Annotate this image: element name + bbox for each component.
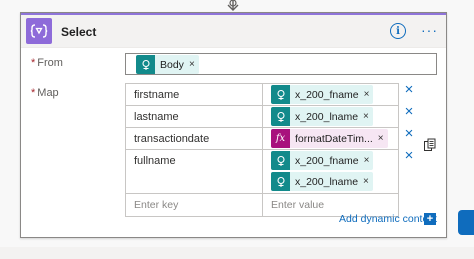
token-label: x_200_fname [295,154,359,167]
remove-row-button[interactable]: × [402,104,416,119]
map-row-fullname: fullname x_200_fname × x_200_lname × [126,150,398,194]
required-marker: * [31,87,36,99]
remove-row-button[interactable]: × [402,148,416,163]
info-icon: i [396,25,400,37]
map-label-text: Map [37,87,59,99]
lname-token[interactable]: x_200_lname × [271,107,373,126]
remove-token-button[interactable]: × [189,59,195,70]
body-token[interactable]: Body × [136,55,199,74]
remove-token-button[interactable]: × [363,176,369,187]
dynamic-content-icon [271,107,290,126]
fname-token[interactable]: x_200_fname × [271,151,374,170]
dynamic-content-icon [136,55,155,74]
remove-row-button[interactable]: × [402,82,416,97]
from-label-text: From [37,57,63,69]
info-button[interactable]: i [390,23,406,39]
remove-token-button[interactable]: × [364,89,370,100]
fname-token[interactable]: x_200_fname × [271,85,374,104]
token-label: x_200_lname [295,175,359,188]
canvas-bottom [0,247,474,259]
map-key-input[interactable]: fullname [126,150,263,193]
remove-token-button[interactable]: × [364,155,370,166]
map-key-input[interactable]: lastname [126,106,263,127]
expression-icon: fx [271,129,290,148]
more-options-button[interactable]: ··· [421,23,438,37]
remove-token-button[interactable]: × [363,111,369,122]
new-key-input[interactable]: Enter key [126,194,263,216]
side-panel-tab[interactable] [458,210,474,235]
map-value-input[interactable]: x_200_lname × [263,106,398,127]
token-label: x_200_lname [295,110,359,123]
lname-token[interactable]: x_200_lname × [271,172,373,191]
map-label: * Map [31,87,59,99]
token-label: formatDateTim... [295,132,373,145]
map-row-lastname: lastname x_200_lname × [126,106,398,128]
map-value-input[interactable]: fx formatDateTim... × [263,128,398,149]
remove-token-button[interactable]: × [378,133,384,144]
map-value-input[interactable]: x_200_fname × [263,84,398,105]
add-dynamic-content-icon[interactable]: + [424,213,436,225]
token-label: x_200_fname [295,88,359,101]
map-key-input[interactable]: transactiondate [126,128,263,149]
add-dynamic-content-link[interactable]: Add dynamic content [339,213,437,225]
dynamic-content-icon [271,151,290,170]
map-table: firstname x_200_fname × lastname x_200_l… [125,83,399,217]
dynamic-content-icon [271,85,290,104]
remove-row-button[interactable]: × [402,126,416,141]
expression-token[interactable]: fx formatDateTim... × [271,129,388,148]
map-value-input[interactable]: x_200_fname × x_200_lname × [263,150,398,193]
dynamic-content-icon [271,172,290,191]
map-key-input[interactable]: firstname [126,84,263,105]
required-marker: * [31,57,36,69]
token-label: Body [160,58,184,71]
data-operation-icon [26,18,52,44]
action-title: Select [61,25,97,39]
from-label: * From [31,57,63,69]
from-input[interactable]: Body × [125,53,437,75]
map-row-firstname: firstname x_200_fname × [126,84,398,106]
select-action-card: Select i ··· * From Body × * Map firstname… [20,12,447,238]
connector-arrow-icon [227,0,239,11]
action-header[interactable]: Select i ··· [21,13,446,48]
map-row-transactiondate: transactiondate fx formatDateTim... × [126,128,398,150]
switch-to-text-mode-icon[interactable] [423,138,437,152]
